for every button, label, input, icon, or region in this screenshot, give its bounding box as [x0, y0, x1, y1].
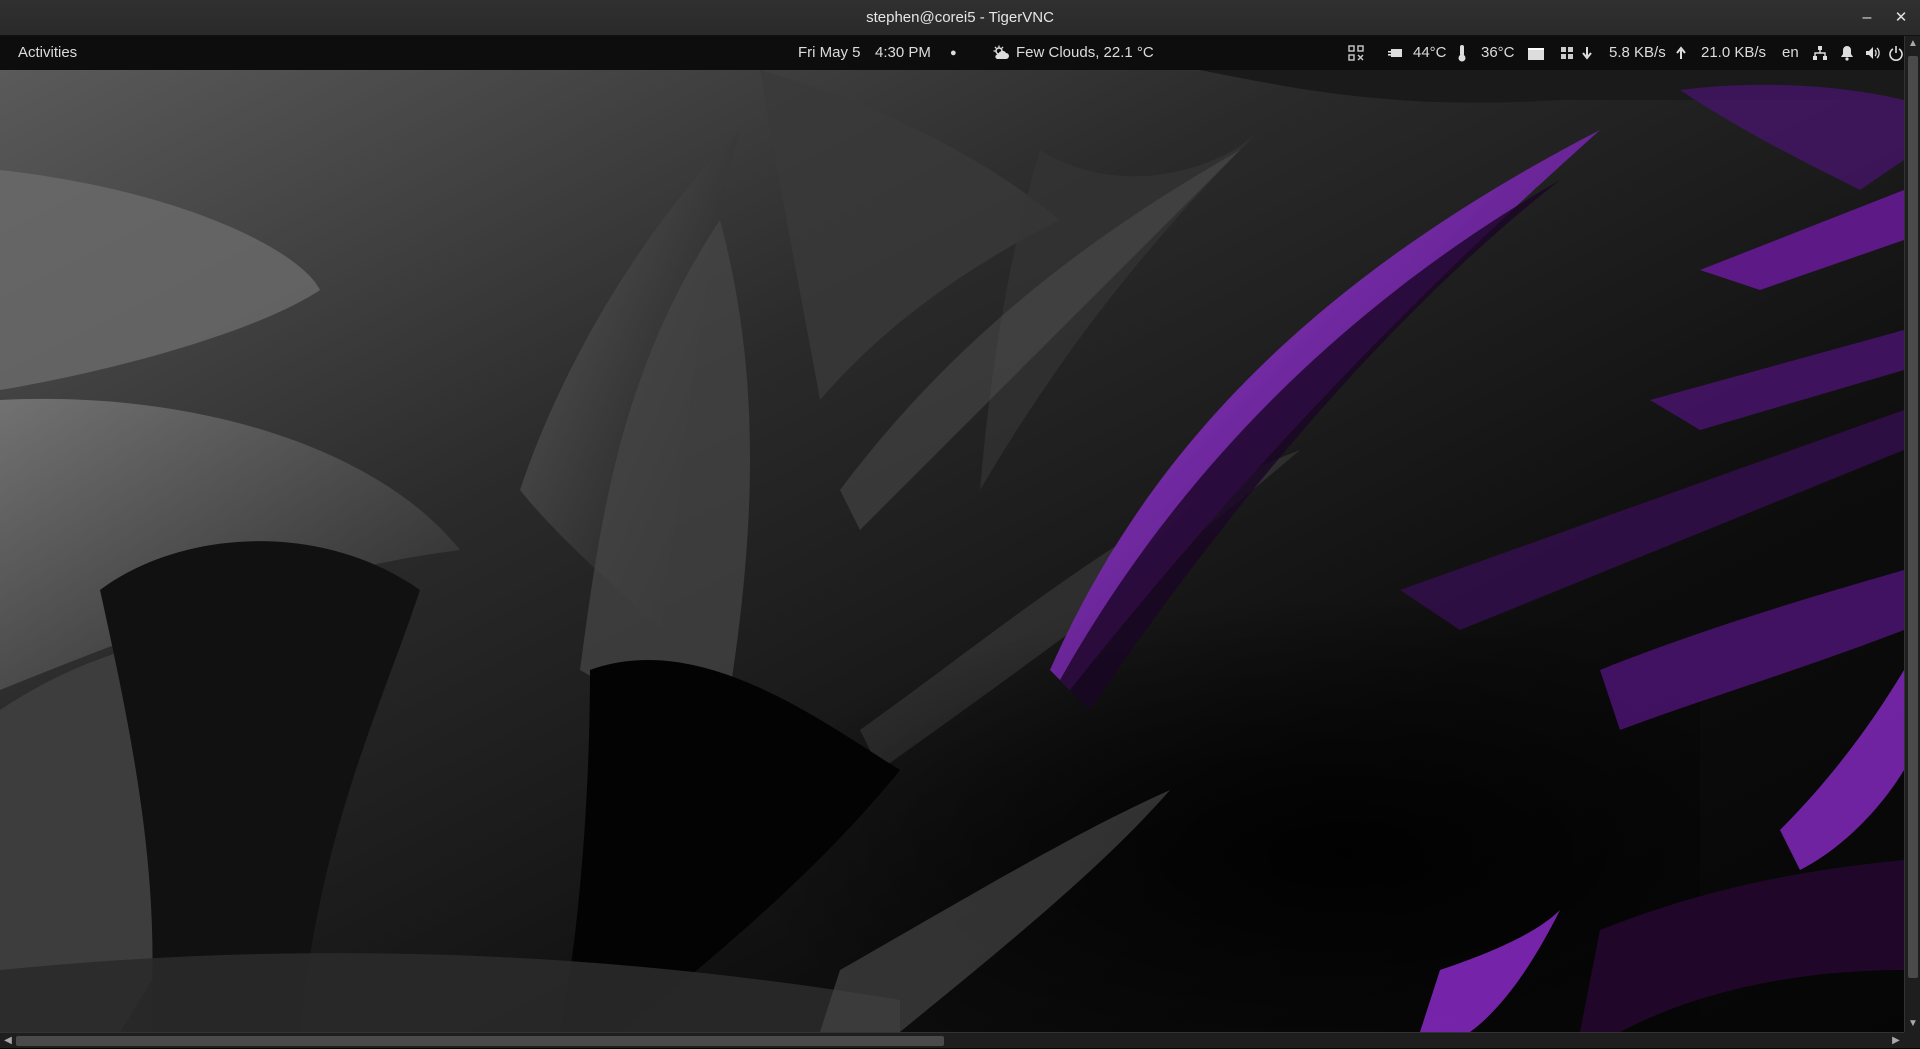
upload-arrow-icon [1674, 36, 1688, 70]
clock-time[interactable]: 4:30 PM [875, 36, 931, 70]
horizontal-scroll-thumb[interactable] [16, 1036, 944, 1046]
workspace-grid-icon[interactable] [1558, 36, 1576, 70]
minimize-button[interactable]: – [1850, 0, 1884, 36]
vnc-window: stephen@corei5 - TigerVNC – ✕ Activities… [0, 0, 1920, 1048]
notification-dot: ● [950, 47, 957, 59]
power-icon[interactable] [1888, 36, 1904, 70]
download-arrow-icon [1580, 36, 1594, 70]
cpu-temperature[interactable]: 44°C [1413, 36, 1447, 70]
scroll-left-arrow-icon[interactable]: ◀ [0, 1033, 16, 1049]
keyboard-layout-indicator[interactable]: en [1782, 36, 1799, 70]
notification-bell-icon[interactable] [1838, 36, 1856, 70]
download-speed[interactable]: 5.8 KB/s [1609, 36, 1666, 70]
remote-desktop-viewport[interactable]: Activities Fri May 5 4:30 PM ● Few Cloud… [0, 36, 1904, 1032]
desktop-wallpaper [0, 70, 1904, 1032]
gpu-temperature[interactable]: 36°C [1481, 36, 1515, 70]
qr-code-icon[interactable] [1346, 36, 1366, 70]
scroll-down-arrow-icon[interactable]: ▼ [1905, 1016, 1920, 1032]
scroll-up-arrow-icon[interactable]: ▲ [1905, 36, 1920, 52]
weather-label[interactable]: Few Clouds, 22.1 °C [1016, 36, 1154, 70]
cpu-chip-icon [1386, 36, 1406, 70]
clock-date[interactable]: Fri May 5 [798, 36, 861, 70]
vertical-scroll-thumb[interactable] [1908, 56, 1918, 978]
window-titlebar[interactable]: stephen@corei5 - TigerVNC – ✕ [0, 0, 1920, 36]
horizontal-scrollbar[interactable]: ◀ ▶ [0, 1032, 1904, 1048]
volume-icon[interactable] [1864, 36, 1882, 70]
network-icon[interactable] [1810, 36, 1830, 70]
upload-speed[interactable]: 21.0 KB/s [1701, 36, 1766, 70]
close-button[interactable]: ✕ [1884, 0, 1918, 36]
scroll-right-arrow-icon[interactable]: ▶ [1888, 1033, 1904, 1049]
vertical-scrollbar[interactable]: ▲ ▼ [1904, 36, 1920, 1032]
folder-icon[interactable] [1526, 36, 1546, 70]
thermometer-icon [1454, 36, 1470, 70]
scrollbar-corner [1904, 1032, 1920, 1048]
gnome-top-panel: Activities Fri May 5 4:30 PM ● Few Cloud… [0, 36, 1904, 70]
window-title: stephen@corei5 - TigerVNC [866, 9, 1054, 26]
weather-few-clouds-icon[interactable] [990, 36, 1012, 70]
activities-button[interactable]: Activities [18, 36, 77, 70]
